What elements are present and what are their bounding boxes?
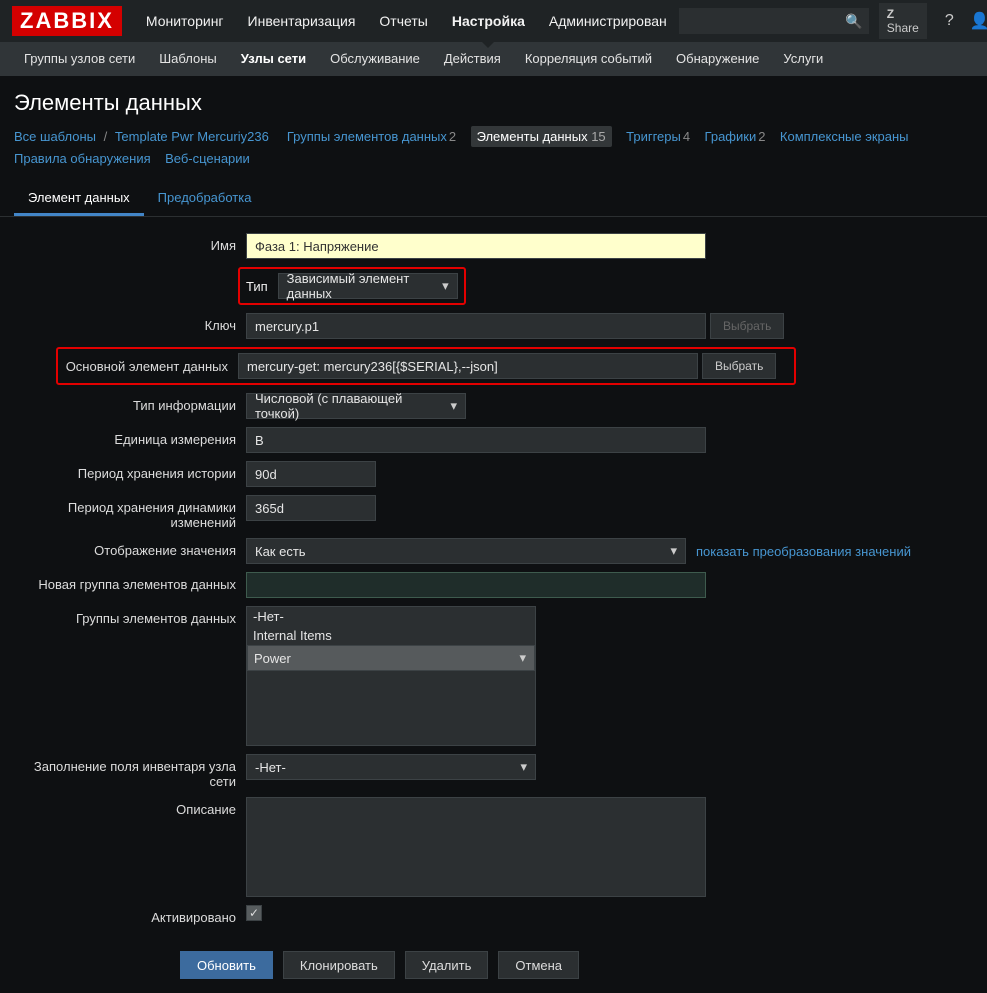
topnav-inventory[interactable]: Инвентаризация	[236, 0, 368, 42]
group-option-internal[interactable]: Internal Items	[247, 626, 535, 645]
subnav-maintenance[interactable]: Обслуживание	[318, 42, 432, 76]
label-description: Описание	[14, 797, 246, 817]
name-input[interactable]	[246, 233, 706, 259]
group-option-none[interactable]: -Нет-	[247, 607, 535, 626]
label-inventory: Заполнение поля инвентаря узла сети	[14, 754, 246, 789]
description-textarea[interactable]	[246, 797, 706, 897]
trends-input[interactable]	[246, 495, 376, 521]
label-info: Тип информации	[14, 393, 246, 413]
enabled-checkbox[interactable]: ✓	[246, 905, 262, 921]
topnav-monitoring[interactable]: Мониторинг	[134, 0, 236, 42]
tab-preprocessing[interactable]: Предобработка	[144, 182, 266, 216]
topnav-configuration[interactable]: Настройка	[440, 0, 537, 42]
label-enabled: Активировано	[14, 905, 246, 925]
breadcrumb: Все шаблоны / Template Pwr Mercuriy236 Г…	[0, 126, 987, 176]
topnav-reports[interactable]: Отчеты	[367, 0, 439, 42]
search-icon[interactable]: 🔍	[845, 13, 862, 30]
label-type: Тип	[246, 279, 278, 294]
bc-triggers-count: 4	[683, 129, 690, 144]
update-button[interactable]: Обновить	[180, 951, 273, 979]
label-history: Период хранения истории	[14, 461, 246, 481]
bc-screens[interactable]: Комплексные экраны	[780, 129, 909, 144]
label-name: Имя	[14, 233, 246, 253]
info-select[interactable]: Числовой (с плавающей точкой)	[246, 393, 466, 419]
label-key: Ключ	[14, 313, 246, 333]
cancel-button[interactable]: Отмена	[498, 951, 579, 979]
bc-triggers[interactable]: Триггеры	[626, 129, 681, 144]
bc-groups-count: 2	[449, 129, 456, 144]
label-master: Основной элемент данных	[62, 359, 238, 374]
bc-template[interactable]: Template Pwr Mercuriy236	[115, 129, 269, 144]
bc-discovery[interactable]: Правила обнаружения	[14, 151, 151, 166]
subnav-discovery[interactable]: Обнаружение	[664, 42, 771, 76]
delete-button[interactable]: Удалить	[405, 951, 489, 979]
label-trends: Период хранения динамики изменений	[14, 495, 246, 530]
search-input[interactable]	[679, 8, 869, 34]
clone-button[interactable]: Клонировать	[283, 951, 395, 979]
subnav-correlation[interactable]: Корреляция событий	[513, 42, 664, 76]
tabs: Элемент данных Предобработка	[0, 176, 987, 217]
label-units: Единица измерения	[14, 427, 246, 447]
type-select[interactable]: Зависимый элемент данных	[278, 273, 458, 299]
topnav: Мониторинг Инвентаризация Отчеты Настрой…	[134, 0, 679, 42]
topnav-administration[interactable]: Администрирован	[537, 0, 679, 42]
valuemap-link[interactable]: показать преобразования значений	[696, 544, 911, 559]
label-groups: Группы элементов данных	[14, 606, 246, 626]
bc-graphs[interactable]: Графики	[705, 129, 757, 144]
user-icon[interactable]: 👤	[970, 11, 987, 31]
key-input[interactable]	[246, 313, 706, 339]
bc-groups[interactable]: Группы элементов данных	[287, 129, 447, 144]
logo: ZABBIX	[12, 6, 122, 36]
subnav-services[interactable]: Услуги	[771, 42, 835, 76]
share-button[interactable]: Z Share	[879, 3, 927, 39]
groups-listbox[interactable]: -Нет- Internal Items Power	[246, 606, 536, 746]
valuemap-select[interactable]: Как есть	[246, 538, 686, 564]
bc-all-templates[interactable]: Все шаблоны	[14, 129, 96, 144]
bc-items: Элементы данных 15	[471, 126, 612, 147]
subnav-hosts[interactable]: Узлы сети	[229, 42, 318, 76]
key-select-button: Выбрать	[710, 313, 784, 339]
subnav-hostgroups[interactable]: Группы узлов сети	[12, 42, 147, 76]
label-valuemap: Отображение значения	[14, 538, 246, 558]
subnav-actions[interactable]: Действия	[432, 42, 513, 76]
group-option-power[interactable]: Power	[247, 645, 535, 671]
newgroup-input[interactable]	[246, 572, 706, 598]
inventory-select[interactable]: -Нет-	[246, 754, 536, 780]
page-title: Элементы данных	[0, 76, 987, 126]
bc-graphs-count: 2	[758, 129, 765, 144]
master-select-button[interactable]: Выбрать	[702, 353, 776, 379]
units-input[interactable]	[246, 427, 706, 453]
label-newgroup: Новая группа элементов данных	[14, 572, 246, 592]
master-input[interactable]	[238, 353, 698, 379]
help-icon[interactable]: ?	[945, 12, 954, 30]
subnav-templates[interactable]: Шаблоны	[147, 42, 229, 76]
bc-web[interactable]: Веб-сценарии	[165, 151, 250, 166]
history-input[interactable]	[246, 461, 376, 487]
tab-item[interactable]: Элемент данных	[14, 182, 144, 216]
